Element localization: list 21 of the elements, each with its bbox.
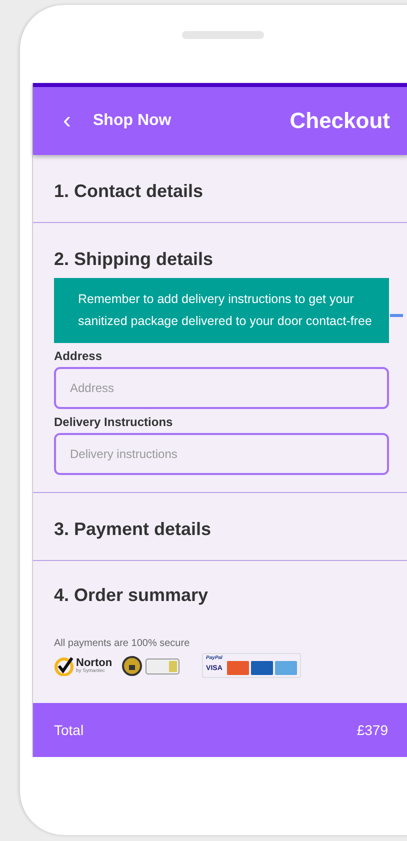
total-label: Total	[54, 722, 84, 738]
total-amount: £379	[356, 722, 388, 738]
text-field[interactable]: Delivery instructions	[54, 433, 389, 475]
field-label: Delivery Instructions	[54, 415, 174, 429]
text-field[interactable]: Address	[54, 367, 389, 409]
card-icon	[251, 661, 274, 675]
badge-name: Norton	[76, 658, 112, 668]
back-button[interactable]: ‹	[63, 109, 71, 133]
info-banner: Remember to add delivery instructions to get your sanitized package delivered to your door contact-free	[54, 278, 389, 343]
section-title[interactable]: 2. Shipping details	[54, 249, 214, 270]
page-title: Checkout	[290, 108, 390, 134]
section-title[interactable]: 3. Payment details	[54, 519, 212, 540]
dash-mark	[390, 314, 403, 317]
security-seal-icon	[122, 656, 180, 676]
back-link[interactable]: Shop Now	[93, 112, 172, 130]
field-label: Address	[54, 349, 104, 363]
section-title[interactable]: 1. Contact details	[54, 181, 204, 202]
section-title[interactable]: 4. Order summary	[54, 585, 208, 606]
secure-note: All payments are 100% secure	[54, 638, 191, 649]
card-icon	[227, 661, 250, 675]
card-icon	[275, 661, 298, 675]
